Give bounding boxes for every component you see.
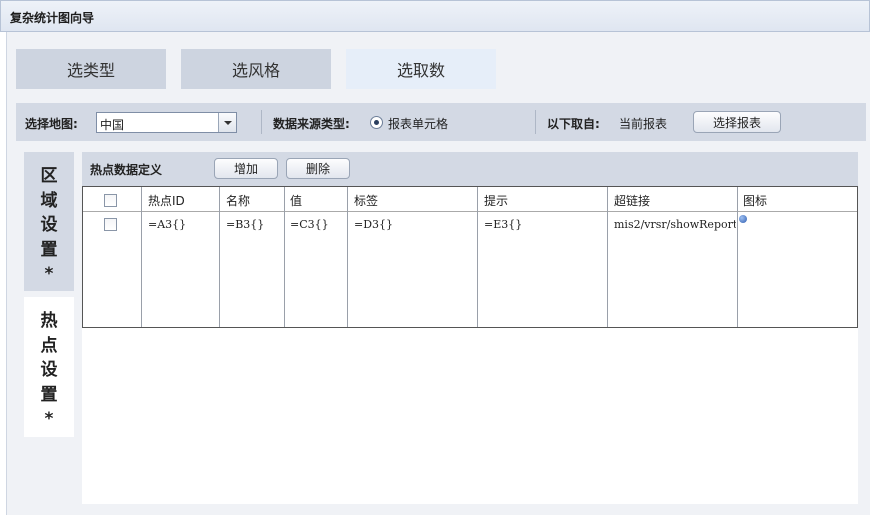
step-select-data[interactable]: 选取数 [346,49,496,89]
panel-title: 热点数据定义 [90,163,163,177]
hotspot-table: 热点ID 名称 值 标签 提示 超链接 图标 =A3{} =B3{} =C3{}… [82,186,858,328]
panel-header: 热点数据定义 增加 删除 [82,152,858,186]
tab-region-settings[interactable]: 区 域 设 置 * [24,152,74,291]
take-from-value: 当前报表 [619,117,668,131]
cell-label[interactable]: =D3{} [354,218,474,231]
delete-button[interactable]: 删除 [286,158,350,179]
table-header [83,187,857,212]
chevron-down-icon[interactable] [218,113,236,132]
radio-dot-icon [374,120,379,125]
cell-tooltip[interactable]: =E3{} [484,218,604,231]
divider [261,110,262,134]
select-all-checkbox[interactable] [104,194,117,207]
take-from-label: 以下取自: [547,117,600,131]
tab-char: 点 [40,335,58,356]
tab-char: 设 [40,215,58,235]
window-titlebar: 复杂统计图向导 [0,0,870,32]
tab-char: 区 [40,166,58,186]
tab-hotspot-settings[interactable]: 热 点 设 置 * [24,297,74,437]
content-panel: 热点数据定义 增加 删除 热点ID 名称 值 标签 提示 超链接 图标 =A3{… [82,152,858,504]
window-title: 复杂统计图向导 [10,11,95,25]
tab-char: * [44,409,54,429]
tab-char: 置 [40,384,58,405]
select-report-button[interactable]: 选择报表 [693,111,781,133]
source-type-label: 数据来源类型: [273,117,350,131]
add-button[interactable]: 增加 [214,158,278,179]
blue-dot-icon[interactable] [739,215,747,223]
step-select-type[interactable]: 选类型 [16,49,166,89]
cell-value[interactable]: =C3{} [290,218,345,231]
radio-report-cell[interactable] [370,116,383,129]
tab-char: 域 [40,190,58,211]
cell-hotspot-id[interactable]: =A3{} [148,218,216,231]
map-select-value: 中国 [100,118,125,132]
column-header[interactable]: 名称 [226,192,250,209]
column-header[interactable]: 值 [290,192,302,209]
column-header[interactable]: 提示 [484,192,508,209]
step-select-style[interactable]: 选风格 [181,49,331,89]
cell-name[interactable]: =B3{} [226,218,282,231]
cell-hyperlink[interactable]: mis2/vrsr/showReport1.j [614,218,736,231]
options-bar: 选择地图: 中国 数据来源类型: 报表单元格 以下取自: 当前报表 选择报表 [16,103,866,141]
map-select[interactable]: 中国 [96,112,237,133]
column-header[interactable]: 图标 [743,192,767,209]
tab-char: 设 [40,360,58,380]
column-header[interactable]: 标签 [354,192,378,209]
source-type-value: 报表单元格 [388,117,449,131]
row-checkbox[interactable] [104,218,117,231]
column-header[interactable]: 热点ID [148,192,185,209]
tab-char: 置 [40,239,58,260]
tab-char: 热 [40,311,58,331]
column-header[interactable]: 超链接 [614,192,650,209]
tab-char: * [44,264,54,284]
map-label: 选择地图: [25,117,78,131]
divider [535,110,536,134]
